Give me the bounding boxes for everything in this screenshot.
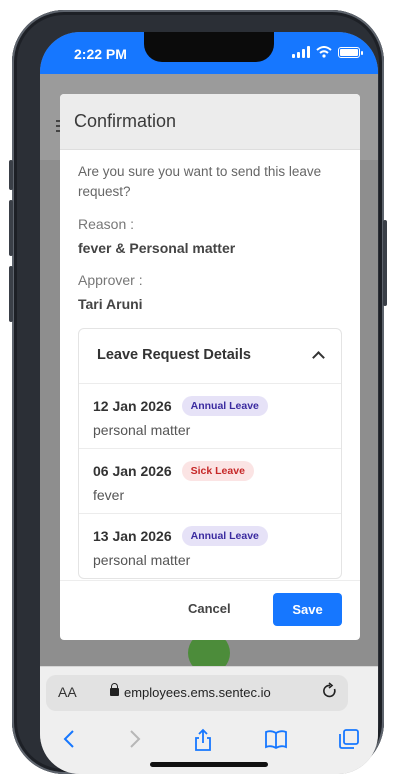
battery-icon — [338, 46, 363, 58]
leave-date: 13 Jan 2026 — [93, 528, 172, 544]
forward-icon[interactable] — [128, 728, 142, 750]
approver-value: Tari Aruni — [78, 296, 143, 312]
leave-note: personal matter — [93, 422, 191, 438]
share-icon[interactable] — [193, 728, 213, 752]
reader-settings-button[interactable]: AA — [58, 684, 77, 700]
reload-icon[interactable] — [322, 682, 338, 700]
status-bar: 2:22 PM — [40, 32, 378, 74]
leave-type-badge: Annual Leave — [181, 396, 268, 416]
leave-note: personal matter — [93, 552, 191, 568]
save-button[interactable]: Save — [273, 593, 342, 626]
leave-type-badge: Annual Leave — [181, 526, 268, 546]
address-bar[interactable]: AA employees.ems.sentec.io — [46, 675, 348, 711]
cancel-button[interactable]: Cancel — [188, 601, 231, 616]
reason-value: fever & Personal matter — [78, 240, 236, 256]
power-button — [383, 220, 387, 306]
screen: 2:22 PM Confirmation Are you sure you wa… — [40, 32, 378, 774]
leave-date: 12 Jan 2026 — [93, 398, 172, 414]
wifi-icon — [316, 46, 332, 58]
dialog-title: Confirmation — [60, 94, 360, 150]
signal-icon — [292, 46, 310, 58]
reason-label: Reason : — [78, 216, 135, 232]
leave-request-details: Leave Request Details 12 Jan 2026 Annual… — [78, 328, 342, 579]
browser-address-area: AA employees.ems.sentec.io — [40, 666, 378, 718]
dialog-footer: Cancel Save — [60, 580, 360, 640]
home-indicator — [150, 762, 268, 767]
dialog-body: Are you sure you want to send this leave… — [60, 150, 360, 579]
details-header[interactable]: Leave Request Details — [79, 329, 341, 383]
notch — [144, 32, 274, 62]
phone-frame: 2:22 PM Confirmation Are you sure you wa… — [9, 10, 387, 774]
leave-note: fever — [93, 487, 125, 503]
approver-label: Approver : — [78, 272, 143, 288]
status-time: 2:22 PM — [74, 46, 127, 62]
volume-up-button — [9, 200, 13, 256]
confirmation-message: Are you sure you want to send this leave… — [78, 164, 322, 199]
volume-down-button — [9, 266, 13, 322]
chevron-up-icon[interactable] — [313, 350, 323, 360]
url-text[interactable]: employees.ems.sentec.io — [124, 685, 271, 700]
leave-type-badge: Sick Leave — [181, 461, 254, 481]
leave-date: 06 Jan 2026 — [93, 463, 172, 479]
status-icons — [292, 46, 363, 58]
bookmarks-icon[interactable] — [264, 728, 288, 750]
details-title: Leave Request Details — [97, 347, 251, 363]
lock-icon — [110, 683, 119, 696]
back-icon[interactable] — [62, 728, 76, 750]
tabs-icon[interactable] — [338, 728, 360, 750]
leave-item: 06 Jan 2026 Sick Leave fever — [79, 448, 341, 513]
confirmation-dialog: Confirmation Are you sure you want to se… — [60, 94, 360, 640]
leave-item: 13 Jan 2026 Annual Leave personal matter — [79, 513, 341, 578]
leave-item: 12 Jan 2026 Annual Leave personal matter — [79, 383, 341, 448]
silent-switch — [9, 160, 13, 190]
